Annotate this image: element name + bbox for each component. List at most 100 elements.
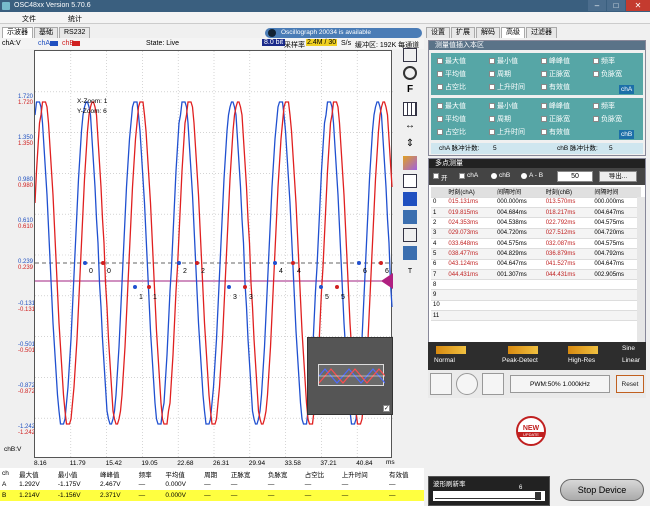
bars-icon[interactable] [430,373,452,395]
checkbox-box[interactable] [437,129,443,135]
grid-icon[interactable] [403,102,417,116]
measure-checkbox[interactable]: 平均值 [437,114,466,124]
checkbox-box[interactable] [489,129,495,135]
measure-checkbox[interactable]: 最大值 [437,56,466,66]
save-image-icon[interactable] [403,210,417,224]
export-button[interactable]: 导出... [599,171,637,182]
checkbox-box[interactable] [593,116,599,122]
measure-checkbox[interactable]: 正脉宽 [541,114,570,124]
linear-option[interactable]: Linear [622,357,640,364]
tab-scope[interactable]: 示波器 [2,27,33,38]
measure-checkbox[interactable]: 周期 [489,69,511,79]
table-row[interactable]: 5 038.477ms 004.829ms 036.879ms 004.792ms [431,248,641,260]
measure-checkbox[interactable]: 负脉宽 [593,114,622,124]
table-row[interactable]: 8 [431,279,641,291]
measure-checkbox[interactable]: 有效值 [541,127,570,137]
new-update-badge[interactable]: NEW UPDATE [516,416,546,446]
stop-device-button[interactable]: Stop Device [560,479,644,501]
sine-option[interactable]: Sine [622,345,635,352]
ab-radio[interactable] [521,173,527,179]
menu-stats[interactable]: 统计 [68,14,82,24]
sample-rate-value[interactable]: 2.4M / 30 [306,39,338,46]
checkbox-box[interactable] [437,58,443,64]
menu-file[interactable]: 文件 [22,14,36,24]
chb-radio[interactable] [491,173,497,179]
checkbox-box[interactable] [541,84,547,90]
tab-extend[interactable]: 扩展 [451,27,475,38]
gear-icon[interactable] [456,373,478,395]
table-row[interactable]: 7 044.431ms 001.307ms 044.431ms 002.905ms [431,269,641,281]
checkbox-box[interactable] [437,103,443,109]
checkbox-box[interactable] [541,103,547,109]
layout-icon[interactable] [403,174,417,188]
checkbox-box[interactable] [437,71,443,77]
tab-advanced[interactable]: 高级 [501,27,525,38]
mode-peak[interactable]: Peak-Detect [502,357,538,364]
trigger-icon[interactable]: T [403,268,417,282]
overview-window[interactable] [318,364,386,386]
measure-checkbox[interactable]: 周期 [489,114,511,124]
spectrum-icon[interactable] [482,373,504,395]
table-row[interactable]: 1 019.815ms 004.684ms 018.217ms 004.647ms [431,207,641,219]
record-icon[interactable] [403,246,417,260]
measure-checkbox[interactable]: 占空比 [437,127,466,137]
table-row[interactable]: 9 [431,289,641,301]
checkbox-box[interactable] [437,84,443,90]
measure-checkbox[interactable]: 峰峰值 [541,56,570,66]
measure-checkbox[interactable]: 峰峰值 [541,101,570,111]
close-button[interactable]: ✕ [626,0,650,11]
fit-icon[interactable] [403,48,417,62]
font-icon[interactable]: F [403,84,417,98]
table-row[interactable]: 4 033.648ms 004.575ms 032.087ms 004.575ms [431,238,641,250]
checkbox-box[interactable] [541,58,547,64]
measure-checkbox[interactable]: 上升时间 [489,127,525,137]
wave-icon[interactable] [403,228,417,242]
measure-checkbox[interactable]: 最大值 [437,101,466,111]
checkbox-box[interactable] [593,58,599,64]
mode-hires[interactable]: High-Res [568,357,595,364]
measure-checkbox[interactable]: 最小值 [489,101,518,111]
measure-icon[interactable] [403,156,417,170]
table-row[interactable]: 3 029.073ms 004.720ms 027.512ms 004.720ms [431,228,641,239]
h-cursor-icon[interactable]: ↔ [403,120,417,134]
checkbox-box[interactable] [489,84,495,90]
overview-inset[interactable]: ✓ [307,337,393,415]
checkbox-box[interactable] [541,129,547,135]
maximize-button[interactable]: □ [607,0,625,11]
measure-checkbox[interactable]: 平均值 [437,69,466,79]
oscilloscope-plot[interactable]: 0 0 2 2 4 4 6 6 1 1 3 3 5 5 X-Zoom: 1 Y-Zoom: 6 ✓ [34,50,393,459]
measure-checkbox[interactable]: 正脉宽 [541,69,570,79]
v-cursor-icon[interactable]: ⇕ [403,138,417,152]
table-row[interactable]: 0 015.131ms 000.000ms 013.570ms 000.000ms [431,197,641,209]
pwm-display[interactable]: PWM:50% 1.000kHz [510,375,610,393]
checkbox-box[interactable] [489,71,495,77]
table-row[interactable]: 2 024.353ms 004.538ms 022.792ms 004.575ms [431,217,641,229]
checkbox-box[interactable] [437,116,443,122]
checkbox-box[interactable] [593,103,599,109]
measure-checkbox[interactable]: 占空比 [437,82,466,92]
mode-normal[interactable]: Normal [434,357,455,364]
measure-checkbox[interactable]: 上升时间 [489,82,525,92]
measure-checkbox[interactable]: 频率 [593,56,615,66]
refresh-slider[interactable] [433,491,545,501]
checkbox-box[interactable] [489,103,495,109]
table-row[interactable]: 6 043.124ms 004.647ms 041.527ms 004.647ms [431,259,641,270]
measure-checkbox[interactable]: 有效值 [541,82,570,92]
reset-button[interactable]: Reset [616,375,644,393]
tab-settings[interactable]: 设置 [426,27,450,38]
update-banner[interactable]: Oscillograph 20034 is available [265,28,422,38]
measure-checkbox[interactable]: 最小值 [489,56,518,66]
overview-check-icon[interactable]: ✓ [383,405,390,412]
cha-checkbox[interactable] [459,173,465,179]
tab-filter[interactable]: 过滤器 [526,27,557,38]
table-row[interactable]: 10 [431,300,641,312]
table-scrollbar[interactable] [637,197,645,363]
measure-checkbox[interactable]: 负脉宽 [593,69,622,79]
open-checkbox[interactable] [433,173,439,179]
tab-rs232[interactable]: RS232 [59,27,91,38]
minimize-button[interactable]: – [588,0,606,11]
slider-thumb[interactable] [535,492,541,500]
table-row[interactable]: 11 [431,310,641,322]
checkbox-box[interactable] [541,71,547,77]
checkbox-box[interactable] [489,116,495,122]
